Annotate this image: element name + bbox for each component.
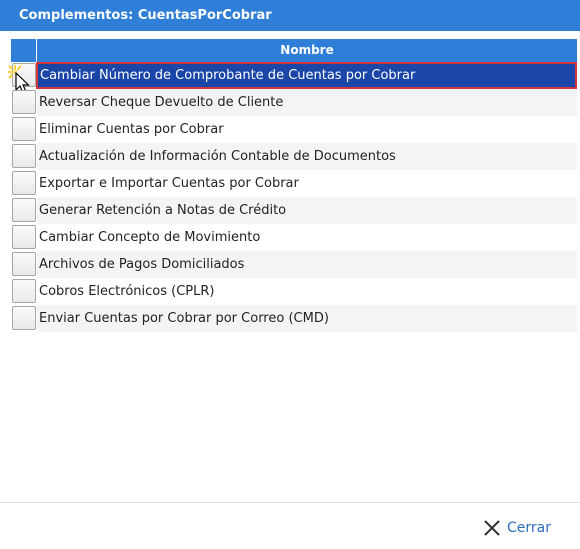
- table-row[interactable]: Cambiar Número de Comprobante de Cuentas…: [8, 62, 577, 94]
- table-row[interactable]: Reversar Cheque Devuelto de Cliente: [11, 89, 577, 116]
- row-name-cell[interactable]: Cambiar Concepto de Movimiento: [37, 224, 577, 251]
- close-button-label: Cerrar: [507, 520, 551, 536]
- row-selector[interactable]: [12, 225, 36, 249]
- row-selector[interactable]: [12, 144, 36, 168]
- table-row[interactable]: Generar Retención a Notas de Crédito: [11, 197, 577, 224]
- row-selector[interactable]: [12, 279, 36, 303]
- row-name-cell[interactable]: Reversar Cheque Devuelto de Cliente: [37, 89, 577, 116]
- row-name-cell[interactable]: Enviar Cuentas por Cobrar por Correo (CM…: [37, 305, 577, 332]
- row-selector[interactable]: [12, 171, 36, 195]
- grid-header-corner: [11, 39, 37, 62]
- close-x-icon: [484, 520, 500, 536]
- row-name-cell[interactable]: Exportar e Importar Cuentas por Cobrar: [37, 170, 577, 197]
- table-row[interactable]: Cobros Electrónicos (CPLR): [11, 278, 577, 305]
- table-row[interactable]: Eliminar Cuentas por Cobrar: [11, 116, 577, 143]
- row-selector[interactable]: [12, 252, 36, 276]
- row-selector[interactable]: [12, 117, 36, 141]
- complements-grid: Nombre Cambiar Número de Comprobante de …: [8, 39, 577, 332]
- table-row[interactable]: Exportar e Importar Cuentas por Cobrar: [11, 170, 577, 197]
- row-selector[interactable]: [12, 306, 36, 330]
- row-name-cell[interactable]: Generar Retención a Notas de Crédito: [37, 197, 577, 224]
- table-row[interactable]: Enviar Cuentas por Cobrar por Correo (CM…: [11, 305, 577, 332]
- close-button[interactable]: Cerrar: [483, 517, 551, 539]
- grid-header: Nombre: [11, 39, 577, 62]
- table-row[interactable]: Actualización de Información Contable de…: [11, 143, 577, 170]
- row-name-cell[interactable]: Actualización de Información Contable de…: [37, 143, 577, 170]
- row-name-cell[interactable]: Cobros Electrónicos (CPLR): [37, 278, 577, 305]
- row-name-cell[interactable]: Eliminar Cuentas por Cobrar: [37, 116, 577, 143]
- row-selector[interactable]: [12, 90, 36, 114]
- column-header-nombre[interactable]: Nombre: [37, 39, 577, 62]
- row-selector[interactable]: [12, 198, 36, 222]
- row-name-cell[interactable]: Cambiar Número de Comprobante de Cuentas…: [36, 62, 577, 89]
- table-row[interactable]: Cambiar Concepto de Movimiento: [11, 224, 577, 251]
- row-selector[interactable]: [12, 63, 36, 87]
- table-row[interactable]: Archivos de Pagos Domiciliados: [11, 251, 577, 278]
- grid-rows: Cambiar Número de Comprobante de Cuentas…: [8, 62, 577, 332]
- row-name-cell[interactable]: Archivos de Pagos Domiciliados: [37, 251, 577, 278]
- window-title: Complementos: CuentasPorCobrar: [0, 0, 580, 31]
- footer-divider: [0, 502, 580, 503]
